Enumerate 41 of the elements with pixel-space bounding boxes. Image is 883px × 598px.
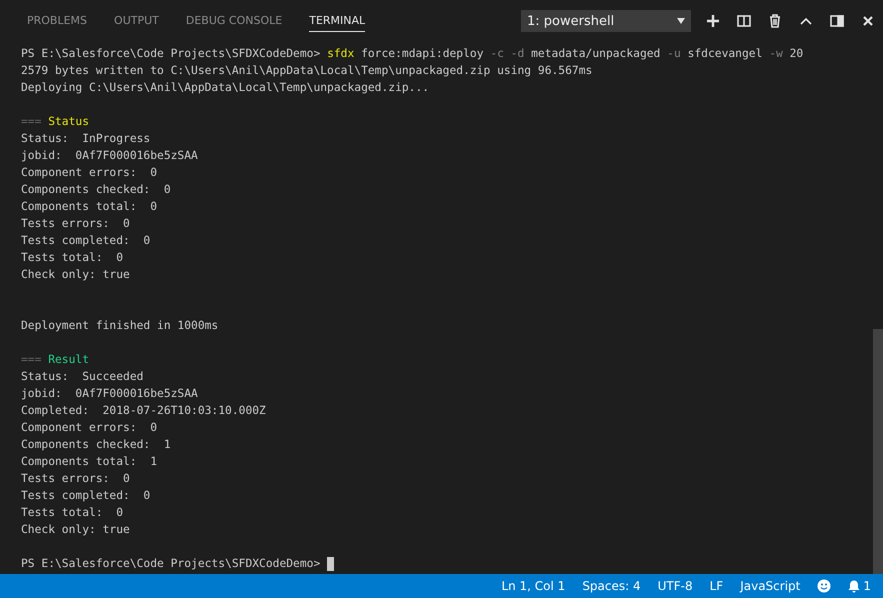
terminal-line: Tests completed: 0	[21, 488, 150, 504]
terminal-line: === Result	[21, 352, 90, 368]
notification-count: 1	[863, 579, 871, 593]
scrollbar-thumb[interactable]	[873, 329, 883, 574]
terminal-line: Check only: true	[21, 522, 130, 538]
terminal-line: Deploying C:\Users\Anil\AppData\Local\Temp\unpackaged.zip...	[21, 80, 430, 96]
terminal-select[interactable]: 1: powershell	[521, 10, 691, 32]
status-item[interactable]: UTF-8	[658, 579, 693, 593]
terminal-line: Components total: 1	[21, 454, 158, 470]
panel-tab[interactable]: DEBUG CONSOLE	[186, 10, 282, 32]
status-item[interactable]: Ln 1, Col 1	[501, 579, 566, 593]
terminal-line: PS E:\Salesforce\Code Projects\SFDXCodeDemo>	[21, 556, 322, 572]
terminal-line: Check only: true	[21, 267, 130, 283]
terminal-line: Tests total: 0	[21, 250, 124, 266]
terminal-line: Components checked: 1	[21, 437, 171, 453]
terminal-line: Components checked: 0	[21, 182, 171, 198]
status-item[interactable]: JavaScript	[740, 579, 800, 593]
terminal-line: Component errors: 0	[21, 165, 158, 181]
smiley-icon[interactable]	[817, 579, 832, 593]
status-item[interactable]: Spaces: 4	[582, 579, 641, 593]
status-item[interactable]: LF	[710, 579, 724, 593]
caret-icon	[677, 18, 685, 24]
terminal-line: Tests total: 0	[21, 505, 124, 521]
panel-tab[interactable]: OUTPUT	[114, 10, 159, 32]
panel-tab[interactable]: PROBLEMS	[27, 10, 88, 32]
terminal-line: Components total: 0	[21, 199, 158, 215]
terminal-line: Tests completed: 0	[21, 233, 150, 249]
panel-tab[interactable]: TERMINAL	[309, 10, 366, 32]
terminal-line: 2579 bytes written to C:\Users\Anil\AppData\Local\Temp\unpackaged.zip using 96.567ms	[21, 63, 592, 79]
terminal-line: Status: InProgress	[21, 131, 150, 147]
terminal-line: Tests errors: 0	[21, 471, 130, 487]
terminal-line: Status: Succeeded	[21, 369, 144, 385]
terminal-line: jobid: 0Af7F000016be5zSAA	[21, 148, 198, 164]
terminal-line: === Status	[21, 114, 90, 130]
terminal-line: Component errors: 0	[21, 420, 158, 436]
bell-icon[interactable]	[848, 580, 860, 592]
terminal-line: Completed: 2018-07-26T10:03:10.000Z	[21, 403, 266, 419]
terminal-line: Tests errors: 0	[21, 216, 130, 232]
terminal-line: jobid: 0Af7F000016be5zSAA	[21, 386, 198, 402]
terminal-line: Deployment finished in 1000ms	[21, 318, 218, 334]
terminal-line: PS E:\Salesforce\Code Projects\SFDXCodeDemo> sfdx force:mdapi:deploy -c -d metadata/unpackaged -u sfdcevangel -w 20	[21, 46, 804, 62]
